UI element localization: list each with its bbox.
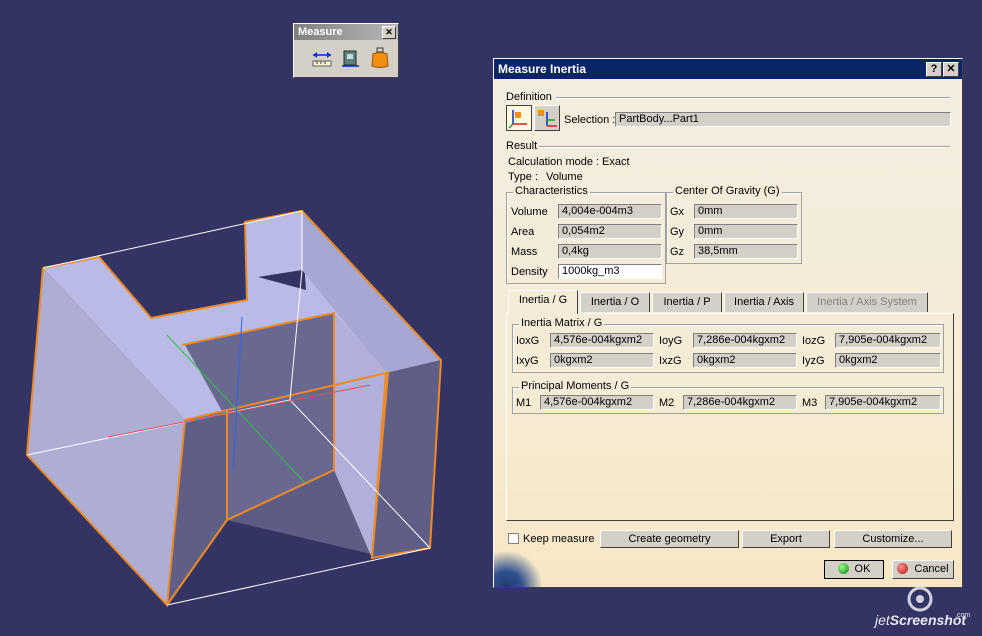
- dialog-titlebar[interactable]: Measure Inertia ? ✕: [494, 59, 962, 79]
- toolbar-close-button[interactable]: ✕: [382, 26, 396, 39]
- watermark-prefix: jet: [875, 612, 890, 628]
- principal-moments-group: Principal Moments / G M1 4,576e-004kgxm2…: [512, 380, 944, 414]
- center-of-gravity-group: Center Of Gravity (G) Gx 0mm Gy 0mm Gz 3…: [666, 185, 802, 264]
- measure-item-icon[interactable]: [339, 46, 363, 70]
- volume-field[interactable]: 4,004e-004m3: [558, 204, 662, 219]
- bbox-line-bottom: [166, 547, 431, 606]
- m2-field[interactable]: 7,286e-004kgxm2: [683, 395, 797, 410]
- m2-label: M2: [659, 397, 675, 409]
- type-value: Volume: [546, 171, 583, 183]
- ixyg-field[interactable]: 0kgxm2: [550, 353, 654, 368]
- m3-label: M3: [802, 397, 818, 409]
- measure-inertia-dialog[interactable]: Measure Inertia ? ✕ Definition Selection…: [493, 58, 963, 588]
- tab-inertia-axis-system[interactable]: Inertia / Axis System: [806, 292, 928, 312]
- inertia-matrix-group: Inertia Matrix / G IoxG 4,576e-004kgxm2 …: [512, 317, 944, 373]
- tab-inertia-g[interactable]: Inertia / G: [508, 290, 578, 314]
- ixzg-label: IxzG: [659, 355, 682, 367]
- watermark-suffix: .com: [955, 612, 971, 619]
- selection-field[interactable]: PartBody...Part1: [615, 112, 951, 127]
- watermark-logo-icon: [902, 584, 942, 614]
- gy-label: Gy: [670, 226, 685, 238]
- result-rule: [539, 146, 950, 148]
- ioxg-field[interactable]: 4,576e-004kgxm2: [550, 333, 654, 348]
- mass-label: Mass: [511, 246, 538, 258]
- close-button[interactable]: ✕: [943, 62, 959, 77]
- gx-label: Gx: [670, 206, 685, 218]
- iozg-label: IozG: [802, 335, 826, 347]
- result-label: Result: [506, 140, 538, 152]
- gx-field[interactable]: 0mm: [694, 204, 798, 219]
- cancel-icon: [897, 563, 909, 574]
- definition-rule: [556, 97, 950, 99]
- select-inertia-icon[interactable]: [506, 105, 532, 131]
- tab-inertia-axis[interactable]: Inertia / Axis: [724, 292, 804, 312]
- volume-label: Volume: [511, 206, 548, 218]
- type-label: Type :: [508, 171, 538, 183]
- gy-field[interactable]: 0mm: [694, 224, 798, 239]
- iyzg-field[interactable]: 0kgxm2: [835, 353, 941, 368]
- measure-inertia-icon[interactable]: [368, 46, 392, 70]
- m1-field[interactable]: 4,576e-004kgxm2: [540, 395, 654, 410]
- gz-field[interactable]: 38,5mm: [694, 244, 798, 259]
- characteristics-group: Characteristics Volume 4,004e-004m3 Area…: [506, 185, 666, 284]
- tab-inertia-o[interactable]: Inertia / O: [580, 292, 650, 312]
- toolbar-title[interactable]: Measure ✕: [294, 24, 398, 40]
- keep-measure-checkbox[interactable]: [508, 533, 519, 544]
- measure-between-icon[interactable]: [310, 46, 334, 70]
- ixzg-field[interactable]: 0kgxm2: [693, 353, 797, 368]
- density-field[interactable]: 1000kg_m3: [558, 264, 662, 279]
- m1-label: M1: [516, 397, 532, 409]
- keep-measure-label: Keep measure: [523, 533, 595, 545]
- density-label: Density: [511, 266, 548, 278]
- ioyg-field[interactable]: 7,286e-004kgxm2: [693, 333, 797, 348]
- ixyg-label: IxyG: [516, 355, 539, 367]
- iyzg-label: IyzG: [802, 355, 825, 367]
- calc-mode-value: Exact: [602, 156, 630, 168]
- select-axis-icon[interactable]: [534, 105, 560, 131]
- ok-button[interactable]: OK: [824, 560, 884, 579]
- mass-field[interactable]: 0,4kg: [558, 244, 662, 259]
- export-button[interactable]: Export: [742, 530, 830, 548]
- ok-label: OK: [854, 563, 871, 575]
- cancel-button[interactable]: Cancel: [892, 560, 954, 579]
- customize-button[interactable]: Customize...: [834, 530, 952, 548]
- principal-moments-title: Principal Moments / G: [519, 380, 632, 392]
- inertia-matrix-title: Inertia Matrix / G: [519, 317, 605, 329]
- tab-inertia-p[interactable]: Inertia / P: [652, 292, 722, 312]
- measure-toolbar[interactable]: Measure ✕: [293, 23, 399, 78]
- iozg-field[interactable]: 7,905e-004kgxm2: [835, 333, 941, 348]
- area-label: Area: [511, 226, 535, 238]
- cog-title: Center Of Gravity (G): [673, 185, 782, 197]
- create-geometry-button[interactable]: Create geometry: [600, 530, 739, 548]
- ok-icon: [837, 563, 849, 574]
- gz-label: Gz: [670, 246, 685, 258]
- selection-label: Selection :: [564, 114, 616, 126]
- cancel-label: Cancel: [914, 563, 949, 575]
- m3-field[interactable]: 7,905e-004kgxm2: [825, 395, 941, 410]
- tab-pane: Inertia Matrix / G IoxG 4,576e-004kgxm2 …: [506, 313, 954, 521]
- ioyg-label: IoyG: [659, 335, 683, 347]
- area-field[interactable]: 0,054m2: [558, 224, 662, 239]
- dialog-title: Measure Inertia: [498, 62, 587, 76]
- watermark-text: jetScreenshot: [875, 612, 966, 628]
- help-button[interactable]: ?: [926, 62, 942, 77]
- ioxg-label: IoxG: [516, 335, 540, 347]
- calc-mode-label: Calculation mode :: [508, 156, 600, 168]
- toolbar-title-text: Measure: [298, 26, 343, 38]
- globe-logo: [494, 551, 544, 587]
- definition-label: Definition: [506, 91, 552, 103]
- characteristics-title: Characteristics: [513, 185, 590, 197]
